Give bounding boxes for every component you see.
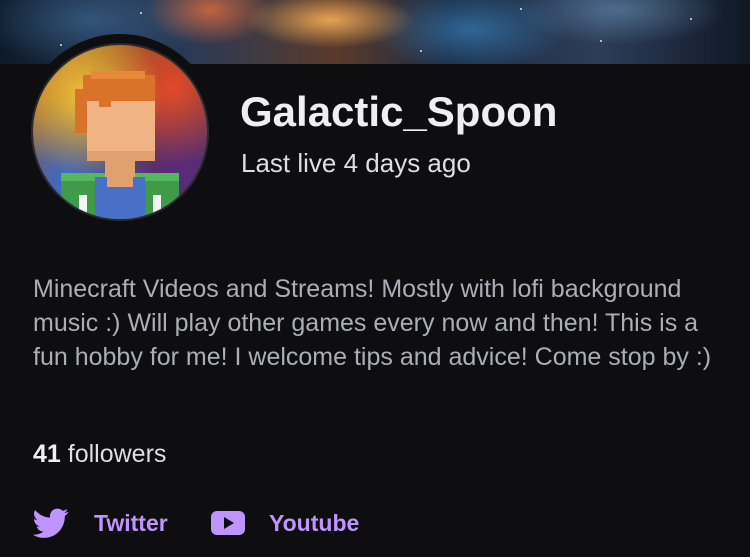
banner-star — [420, 50, 422, 52]
follower-count-number: 41 — [33, 440, 61, 468]
youtube-link-label: Youtube — [269, 509, 360, 536]
channel-name: Galactic_Spoon — [240, 88, 558, 135]
twitter-bird-icon — [32, 505, 69, 541]
last-live-status: Last live 4 days ago — [241, 148, 471, 178]
banner-star — [140, 12, 142, 14]
banner-star — [600, 40, 602, 42]
twitter-link-label: Twitter — [94, 509, 168, 536]
follower-count-label: followers — [67, 440, 167, 468]
follower-count: 41 followers — [33, 438, 166, 470]
youtube-play-icon — [210, 505, 246, 541]
banner-star — [690, 18, 692, 20]
avatar[interactable] — [31, 43, 209, 221]
twitter-link[interactable]: Twitter — [32, 505, 168, 541]
youtube-link[interactable]: Youtube — [210, 505, 359, 541]
pixel-character-icon — [61, 71, 179, 219]
banner-star — [520, 8, 522, 10]
channel-bio: Minecraft Videos and Streams! Mostly wit… — [33, 275, 712, 371]
